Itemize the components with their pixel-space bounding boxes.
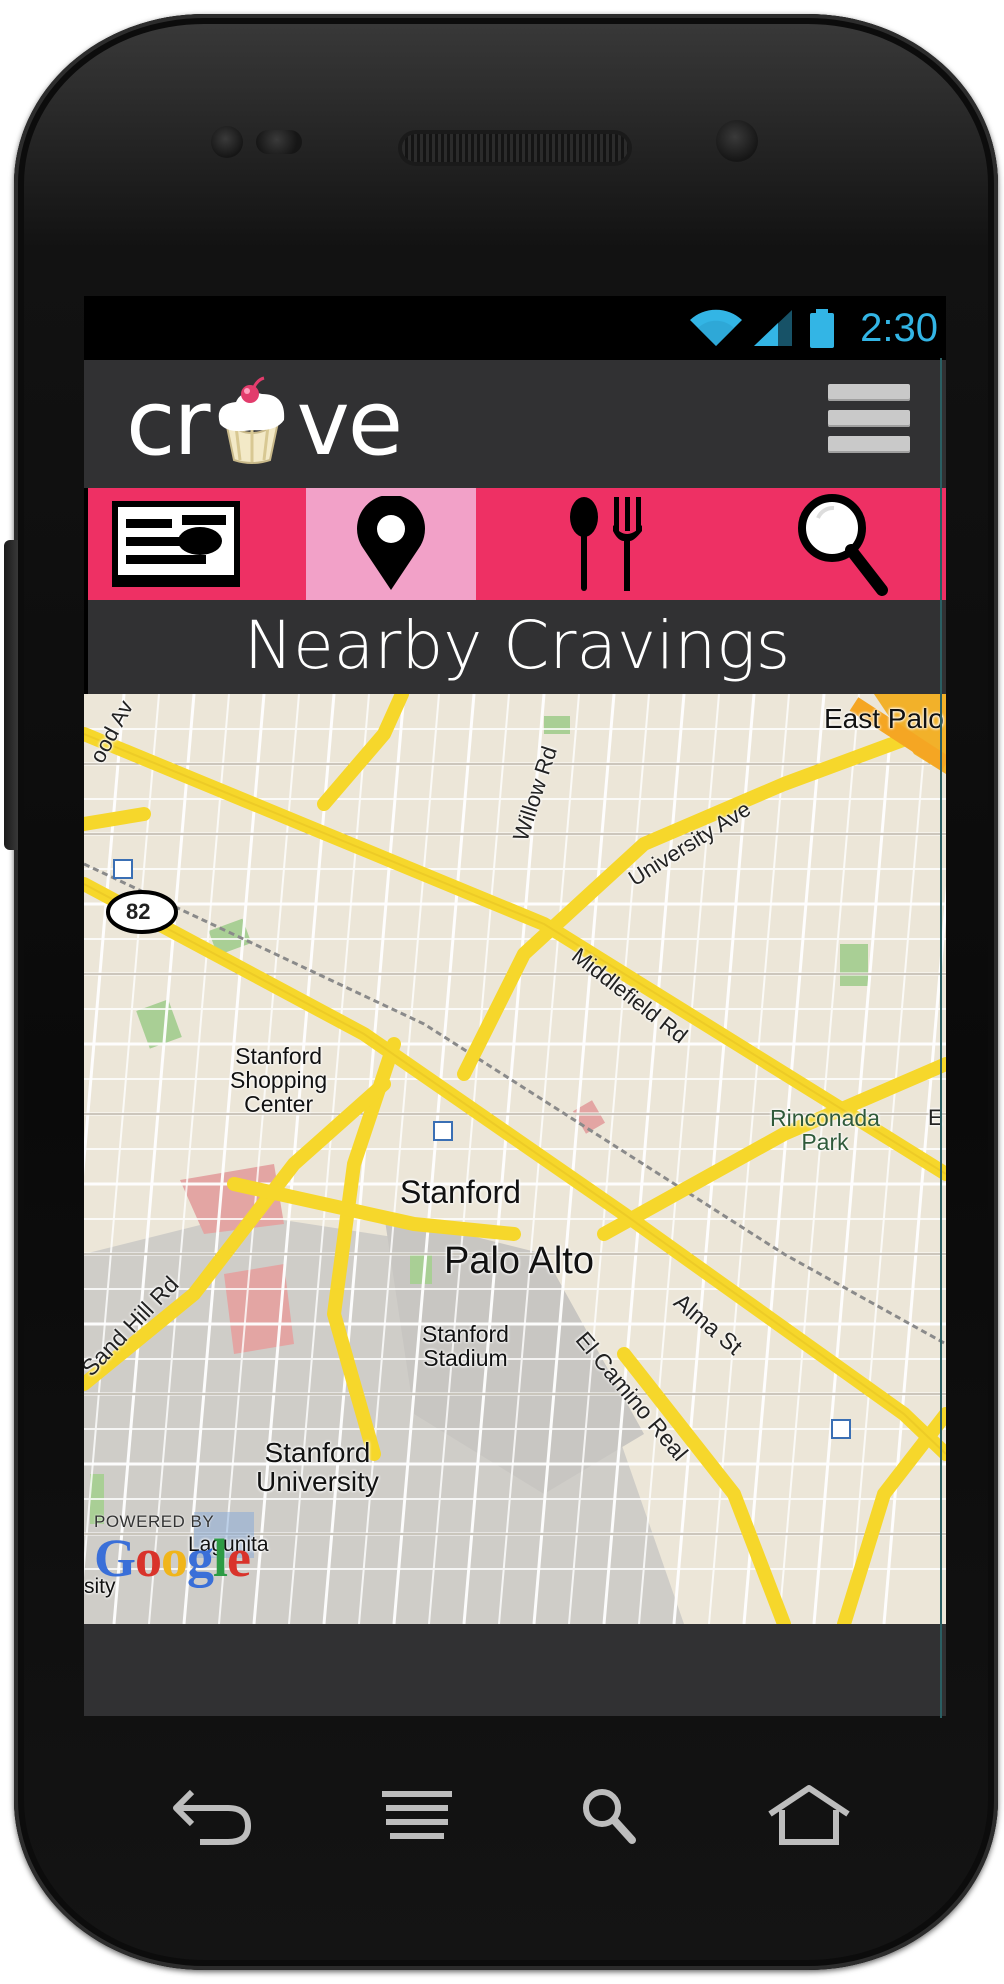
status-bar: 2:30: [84, 296, 946, 360]
magnifier-icon: [798, 494, 888, 596]
map-label-east-palo-alto: East Palo Alt: [824, 703, 946, 734]
back-icon[interactable]: [168, 1780, 258, 1850]
map-label-palo-alto: Palo Alto: [444, 1240, 594, 1282]
tab-news-feed[interactable]: [88, 488, 264, 600]
screen-title-bar: Nearby Cravings: [88, 600, 946, 694]
light-sensor: [256, 130, 302, 154]
map-label-shopping-center: Stanford Shopping Center: [230, 1043, 328, 1118]
map-label-stanford: Stanford: [400, 1174, 521, 1210]
map-label-stanford-university: Stanford University: [256, 1437, 379, 1498]
google-logo: Google: [94, 1528, 251, 1588]
cupcake-icon: [219, 376, 285, 464]
tab-search[interactable]: [738, 488, 946, 600]
side-volume-button: [4, 540, 18, 850]
tab-restaurants[interactable]: [476, 488, 738, 600]
fork-spoon-icon: [570, 497, 642, 591]
map-label-rinconada-park: Rinconada Park: [770, 1105, 880, 1156]
logo-text-right: ve: [296, 371, 403, 476]
screen-edge-line: [940, 358, 942, 1718]
map-pin-icon: [357, 496, 425, 590]
tab-bar: [88, 488, 946, 600]
news-feed-icon: [112, 501, 240, 587]
front-camera: [716, 120, 758, 162]
status-clock: 2:30: [860, 306, 938, 350]
app-bar: cr ve: [84, 360, 946, 488]
page-title: Nearby Cravings: [243, 607, 791, 684]
earpiece-speaker: [402, 134, 628, 162]
search-icon[interactable]: [566, 1780, 656, 1850]
recent-apps-icon[interactable]: [372, 1780, 462, 1850]
proximity-sensor: [211, 126, 243, 158]
map-label-stanford-stadium: Stanford Stadium: [422, 1321, 509, 1372]
menu-list-icon[interactable]: [828, 384, 912, 464]
map-label-route-82: 82: [126, 899, 151, 924]
tab-map[interactable]: [306, 488, 476, 600]
powered-by-google: POWERED BY Google: [94, 1512, 251, 1588]
app-logo[interactable]: cr ve: [126, 368, 403, 480]
signal-icon: [754, 310, 792, 346]
screen-footer: [84, 1624, 946, 1716]
battery-icon: [810, 309, 834, 348]
phone-screen: 2:30 cr ve Nearby Cravings 82 East Palo …: [84, 296, 946, 1716]
wifi-icon: [690, 309, 742, 346]
map-view[interactable]: 82 East Palo Alt ood Av Willow Rd Univer…: [84, 694, 946, 1624]
home-icon[interactable]: [764, 1780, 854, 1850]
logo-text-left: cr: [126, 371, 210, 476]
